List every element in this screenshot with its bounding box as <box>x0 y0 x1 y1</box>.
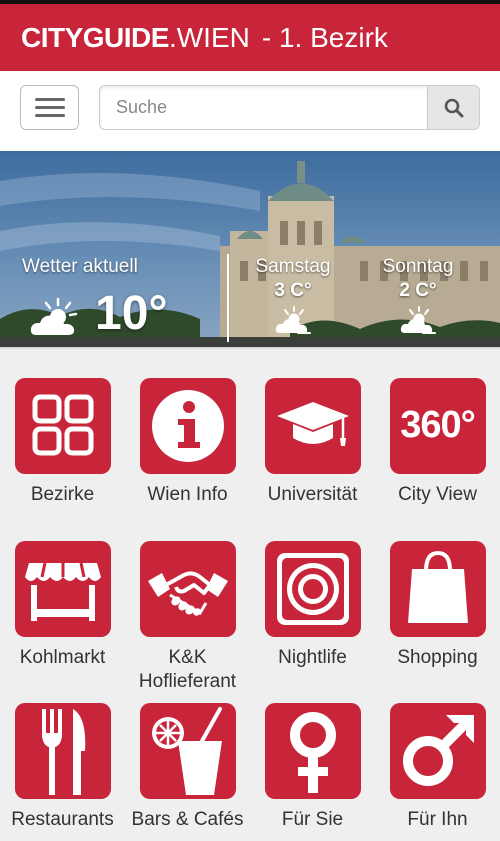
search-icon <box>444 98 464 118</box>
current-weather-label: Wetter aktuell <box>22 256 138 277</box>
tile-icon-box <box>14 703 111 799</box>
search-button[interactable] <box>427 85 480 130</box>
search-bar <box>0 71 500 151</box>
forecast-day-name: Sonntag <box>382 256 454 277</box>
search-input[interactable] <box>99 85 428 130</box>
male-icon <box>402 715 474 786</box>
market-stall-icon <box>24 562 101 621</box>
partly-cloudy-icon <box>30 297 78 335</box>
tile-kk-hoflieferant[interactable]: K&K Hoflieferant <box>125 541 250 694</box>
tile-label: City View <box>398 484 477 505</box>
tile-universitaet[interactable]: Universität <box>250 378 375 507</box>
female-icon <box>289 712 336 793</box>
weather-banner: Wetter aktuell 10° Samstag 3 C° Sonntag … <box>0 151 500 347</box>
info-icon <box>151 390 224 462</box>
partly-cloudy-icon <box>275 306 311 334</box>
forecast-temperature: 2 C° <box>399 280 437 301</box>
forecast-temperature: 3 C° <box>274 280 312 301</box>
menu-button[interactable] <box>20 85 79 130</box>
weather-divider <box>227 254 229 342</box>
tile-restaurants[interactable]: Restaurants <box>0 703 125 832</box>
handshake-icon <box>147 571 228 616</box>
tile-label: Für Ihn <box>407 809 468 830</box>
tile-fuer-ihn[interactable]: Für Ihn <box>375 703 500 832</box>
app-title: CITYGUIDE.WIEN - 1. Bezirk <box>21 22 388 54</box>
tile-icon-box <box>14 378 111 474</box>
tile-label: Bezirke <box>30 484 95 505</box>
tile-icon-box <box>14 541 111 637</box>
tile-bezirke[interactable]: Bezirke <box>0 378 125 507</box>
tile-label: Kohlmarkt <box>19 647 106 668</box>
banner-shadow <box>0 347 500 350</box>
tile-label: Wien Info <box>147 484 228 505</box>
tile-label: Bars & Cafés <box>131 809 244 830</box>
tile-wien-info[interactable]: Wien Info <box>125 378 250 507</box>
app-header: CITYGUIDE.WIEN - 1. Bezirk <box>0 4 500 71</box>
tile-icon-box <box>389 703 486 799</box>
drink-icon <box>151 707 222 795</box>
tile-label: Restaurants <box>11 809 114 830</box>
tile-icon-box <box>139 541 236 637</box>
district-subtitle: - 1. Bezirk <box>261 22 388 53</box>
partly-cloudy-icon <box>400 306 436 334</box>
current-temperature: 10° <box>95 287 168 340</box>
hamburger-line <box>35 98 65 101</box>
tile-icon-box <box>264 541 361 637</box>
speaker-icon <box>276 553 349 625</box>
tile-label: Universität <box>267 484 358 505</box>
tile-icon-box <box>264 378 361 474</box>
forecast-day-1: Samstag 3 C° <box>238 256 348 339</box>
tile-label: Für Sie <box>281 809 344 830</box>
tile-nightlife[interactable]: Nightlife <box>250 541 375 670</box>
tile-city-view[interactable]: 360° City View <box>375 378 500 507</box>
tile-fuer-sie[interactable]: Für Sie <box>250 703 375 832</box>
tile-label: Shopping <box>397 647 478 668</box>
hamburger-line <box>35 114 65 117</box>
tile-label: K&K Hoflieferant <box>138 647 237 692</box>
tile-shopping[interactable]: Shopping <box>375 541 500 670</box>
shopping-bag-icon <box>407 550 468 623</box>
brand-city: .WIEN <box>168 22 250 53</box>
tile-icon-box <box>139 378 236 474</box>
brand-name: CITYGUIDE <box>21 22 169 53</box>
graduation-cap-icon <box>276 402 349 446</box>
tile-icon-box: 360° <box>389 378 486 474</box>
cutlery-icon <box>41 709 85 795</box>
tile-bars-cafes[interactable]: Bars & Cafés <box>125 703 250 832</box>
forecast-day-2: Sonntag 2 C° <box>363 256 473 339</box>
360-icon: 360° <box>400 404 476 446</box>
hamburger-line <box>35 106 65 109</box>
tile-icon-box <box>389 541 486 637</box>
grid-icon <box>32 394 93 456</box>
forecast-day-name: Samstag <box>255 256 331 277</box>
tile-icon-box <box>264 703 361 799</box>
tile-kohlmarkt[interactable]: Kohlmarkt <box>0 541 125 670</box>
tile-icon-box <box>139 703 236 799</box>
tile-label: Nightlife <box>278 647 347 668</box>
